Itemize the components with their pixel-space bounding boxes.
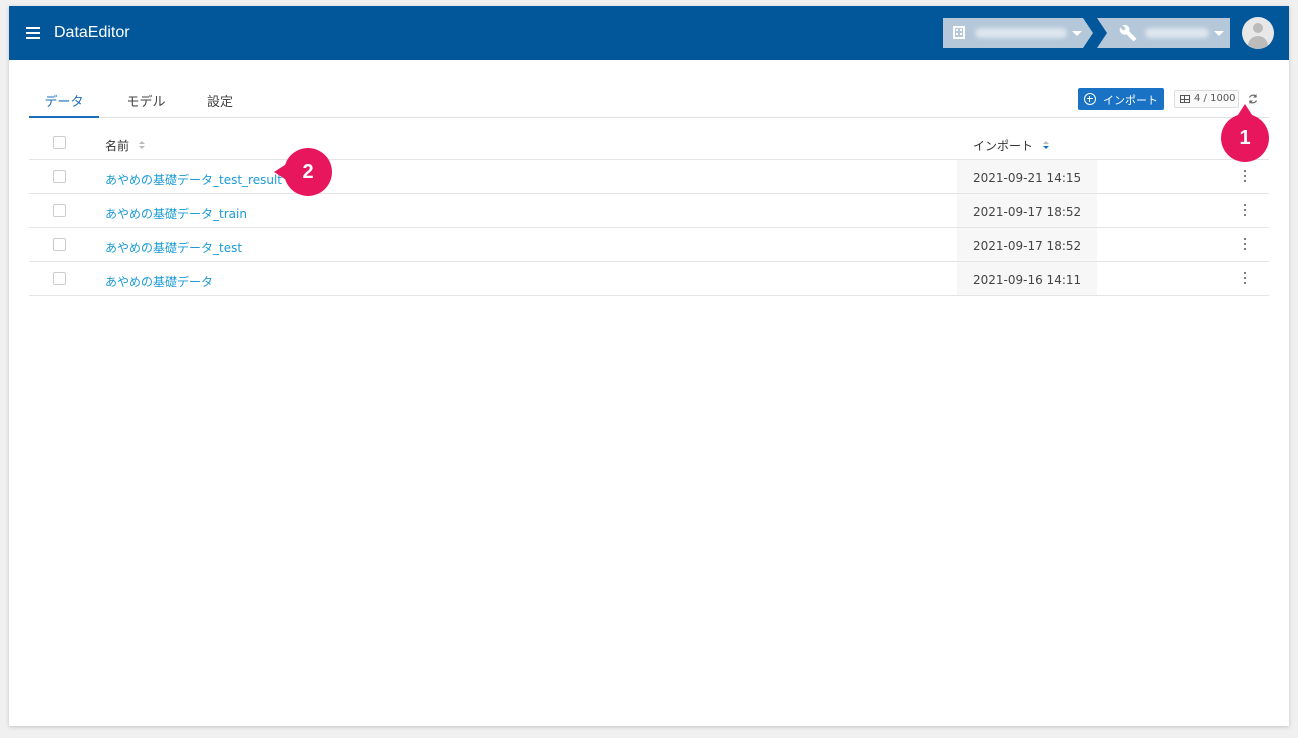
import-date: 2021-09-16 14:11 (957, 262, 1097, 295)
add-circle-icon (1084, 93, 1096, 105)
wrench-icon (1119, 24, 1137, 42)
table-row: あやめの基礎データ_test_result 2021-09-21 14:15 (29, 160, 1269, 194)
more-vert-icon[interactable] (1239, 238, 1251, 252)
name-column-header[interactable]: 名前 (105, 139, 129, 153)
more-vert-icon[interactable] (1239, 272, 1251, 286)
data-count: 4 / 1000 (1194, 93, 1236, 104)
import-button-label: インポート (1103, 94, 1158, 107)
app-bar: DataEditor (9, 6, 1289, 60)
row-checkbox[interactable] (53, 272, 66, 285)
callout-marker-1: 1 (1221, 104, 1269, 162)
data-name-link[interactable]: あやめの基礎データ_test_result (105, 171, 282, 188)
import-date: 2021-09-17 18:52 (957, 194, 1097, 227)
menu-icon[interactable] (26, 27, 40, 39)
select-all-checkbox[interactable] (53, 136, 66, 149)
organization-selector[interactable] (943, 18, 1093, 48)
app-title: DataEditor (54, 24, 130, 41)
organization-name-blurred (975, 28, 1067, 38)
app-window: DataEditor データ モデル 設定 インポート 4 / 1000 名前 … (9, 6, 1289, 726)
workspace-name-blurred (1145, 28, 1209, 38)
row-checkbox[interactable] (53, 204, 66, 217)
chevron-down-icon (1072, 31, 1082, 36)
import-date: 2021-09-21 14:15 (957, 160, 1097, 193)
table-icon (1180, 95, 1190, 103)
row-checkbox[interactable] (53, 238, 66, 251)
data-name-link[interactable]: あやめの基礎データ_test (105, 239, 242, 256)
more-vert-icon[interactable] (1239, 204, 1251, 218)
data-name-link[interactable]: あやめの基礎データ (105, 273, 213, 290)
sort-icon[interactable] (138, 141, 145, 150)
table-row: あやめの基礎データ 2021-09-16 14:11 (29, 262, 1269, 296)
sort-desc-icon[interactable] (1042, 141, 1049, 150)
user-avatar[interactable] (1242, 17, 1274, 49)
callout-marker-2: 2 (274, 148, 332, 196)
data-name-link[interactable]: あやめの基礎データ_train (105, 205, 247, 222)
tab-settings[interactable]: 設定 (191, 84, 249, 118)
table-row: あやめの基礎データ_train 2021-09-17 18:52 (29, 194, 1269, 228)
chevron-down-icon (1214, 31, 1224, 36)
import-column-header[interactable]: インポート (973, 139, 1033, 153)
building-icon (953, 26, 965, 39)
import-button[interactable]: インポート (1078, 88, 1164, 110)
tab-data[interactable]: データ (29, 84, 99, 118)
workspace-selector[interactable] (1097, 18, 1230, 48)
row-checkbox[interactable] (53, 170, 66, 183)
tab-model[interactable]: モデル (111, 84, 181, 118)
more-vert-icon[interactable] (1239, 170, 1251, 184)
table-header: 名前 インポート (29, 126, 1269, 160)
table-row: あやめの基礎データ_test 2021-09-17 18:52 (29, 228, 1269, 262)
import-date: 2021-09-17 18:52 (957, 228, 1097, 261)
data-count-badge: 4 / 1000 (1174, 90, 1239, 108)
person-icon (1253, 23, 1263, 33)
